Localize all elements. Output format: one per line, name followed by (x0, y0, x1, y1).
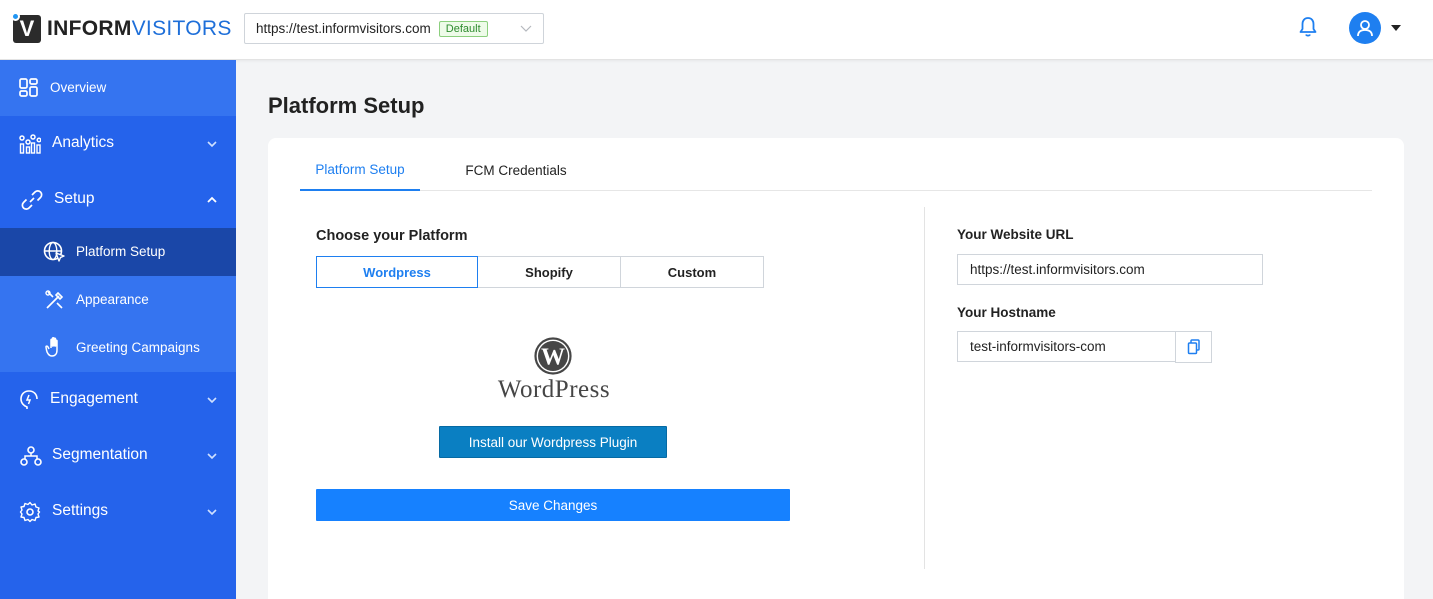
default-badge: Default (438, 20, 488, 37)
sidebar-item-label: Greeting Campaigns (76, 340, 200, 355)
top-header: V INFORMVISITORS https://test.informvisi… (0, 0, 1433, 60)
platform-custom-button[interactable]: Custom (621, 256, 764, 288)
sidebar-item-greeting-campaigns[interactable]: Greeting Campaigns (0, 324, 236, 372)
logo-text-dark: INFORM (47, 17, 132, 40)
sidebar-item-label: Analytics (52, 134, 115, 151)
chevron-down-icon (207, 509, 217, 516)
user-avatar[interactable] (1349, 12, 1381, 44)
chevron-down-icon (207, 397, 217, 404)
platform-shopify-button[interactable]: Shopify (478, 256, 621, 288)
column-divider (924, 207, 925, 569)
hostname-label: Your Hostname (957, 305, 1056, 320)
sidebar-item-settings[interactable]: Settings (0, 484, 236, 540)
sidebar-item-appearance[interactable]: Appearance (0, 276, 236, 324)
sidebar-item-overview[interactable]: Overview (0, 60, 236, 116)
sidebar-item-label: Appearance (76, 292, 149, 307)
caret-down-icon[interactable] (1391, 25, 1401, 31)
platform-wordpress-button[interactable]: Wordpress (316, 256, 478, 288)
wordpress-logo: W WordPress (498, 337, 610, 402)
sidebar-item-setup[interactable]: Setup (0, 172, 236, 228)
dashboard-icon (19, 78, 38, 97)
logo-dot (11, 12, 20, 21)
choose-platform-label: Choose your Platform (316, 228, 468, 244)
install-plugin-button[interactable]: Install our Wordpress Plugin (439, 426, 667, 458)
site-selector[interactable]: https://test.informvisitors.com Default (244, 13, 544, 44)
sidebar-item-label: Segmentation (52, 446, 148, 463)
website-url-label: Your Website URL (957, 227, 1074, 242)
sidebar-item-analytics[interactable]: Analytics (0, 116, 236, 172)
sidebar-item-label: Settings (52, 502, 109, 519)
logo-text-accent: VISITORS (131, 17, 232, 40)
wordpress-logo-text: WordPress (498, 376, 610, 402)
sidebar-item-platform-setup[interactable]: Platform Setup (0, 228, 236, 276)
user-icon (1357, 20, 1373, 37)
logo-mark-letter: V (19, 16, 35, 41)
site-url: https://test.informvisitors.com (256, 21, 431, 36)
chevron-down-icon (207, 453, 217, 460)
tab-bar: Platform Setup FCM Credentials (300, 150, 1372, 191)
brand-logo[interactable]: V INFORMVISITORS (11, 12, 232, 44)
hand-icon (45, 337, 58, 357)
page-title: Platform Setup (268, 93, 425, 118)
tab-fcm-credentials[interactable]: FCM Credentials (452, 150, 580, 191)
globe-cursor-icon (43, 241, 65, 262)
chevron-down-icon (520, 25, 532, 32)
sidebar-item-label: Setup (54, 190, 95, 207)
hostname-field[interactable]: test-informvisitors-com (957, 331, 1176, 362)
tab-platform-setup[interactable]: Platform Setup (300, 150, 420, 191)
chevron-up-icon (207, 196, 217, 203)
gear-icon (19, 501, 41, 523)
bell-icon[interactable] (1298, 16, 1318, 38)
logo-mark: V (11, 12, 41, 43)
save-changes-button[interactable]: Save Changes (316, 489, 790, 521)
engagement-icon (20, 390, 38, 409)
setup-icon (21, 190, 43, 210)
sidebar: Overview Analytics Setup Platform Setup … (0, 60, 236, 599)
website-url-field[interactable]: https://test.informvisitors.com (957, 254, 1263, 285)
brush-icon (45, 290, 64, 309)
sidebar-item-label: Engagement (50, 390, 138, 407)
sidebar-item-engagement[interactable]: Engagement (0, 372, 236, 428)
logo-text: INFORMVISITORS (47, 17, 232, 41)
sidebar-item-label: Overview (50, 80, 107, 95)
platform-selector: Wordpress Shopify Custom (316, 256, 764, 288)
chevron-down-icon (207, 141, 217, 148)
settings-card (268, 138, 1404, 599)
copy-icon (1187, 339, 1200, 355)
segmentation-icon (20, 446, 42, 466)
copy-hostname-button[interactable] (1175, 331, 1212, 363)
analytics-icon (19, 134, 41, 154)
sidebar-item-label: Platform Setup (76, 244, 166, 259)
svg-text:W: W (541, 345, 565, 371)
sidebar-item-segmentation[interactable]: Segmentation (0, 428, 236, 484)
